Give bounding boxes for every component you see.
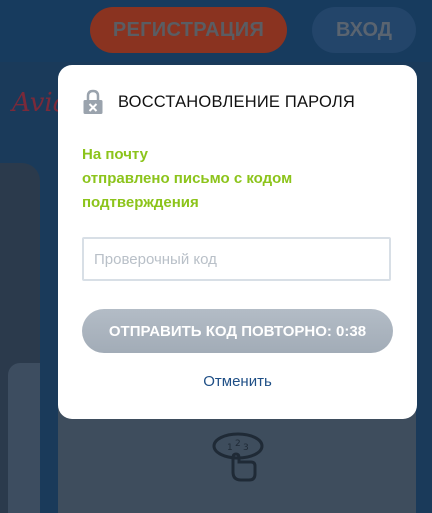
dial-keypad-icon: 1 2 3 xyxy=(212,432,264,482)
cancel-link[interactable]: Отменить xyxy=(58,373,417,390)
confirmation-message: На почту отправлено письмо с кодом подтв… xyxy=(82,143,402,215)
svg-text:3: 3 xyxy=(243,443,249,453)
page-header: РЕГИСТРАЦИЯ ВХОД xyxy=(0,0,432,62)
lock-icon xyxy=(83,89,103,114)
message-line: На почту xyxy=(82,146,148,163)
background-panel-left xyxy=(0,163,40,513)
svg-text:2: 2 xyxy=(235,439,241,449)
register-button[interactable]: РЕГИСТРАЦИЯ xyxy=(90,7,287,53)
svg-text:1: 1 xyxy=(227,443,233,453)
password-recovery-modal: ВОССТАНОВЛЕНИЕ ПАРОЛЯ На почту отправлен… xyxy=(58,65,417,419)
resend-code-button[interactable]: ОТПРАВИТЬ КОД ПОВТОРНО: 0:38 xyxy=(82,309,393,353)
message-line: отправлено письмо с кодом xyxy=(82,170,293,187)
modal-title: ВОССТАНОВЛЕНИЕ ПАРОЛЯ xyxy=(118,92,355,111)
verification-code-input[interactable] xyxy=(82,237,391,281)
message-line: подтверждения xyxy=(82,194,199,211)
login-button[interactable]: ВХОД xyxy=(312,7,416,53)
background-panel-shade xyxy=(8,363,40,513)
modal-header: ВОССТАНОВЛЕНИЕ ПАРОЛЯ xyxy=(82,89,355,115)
